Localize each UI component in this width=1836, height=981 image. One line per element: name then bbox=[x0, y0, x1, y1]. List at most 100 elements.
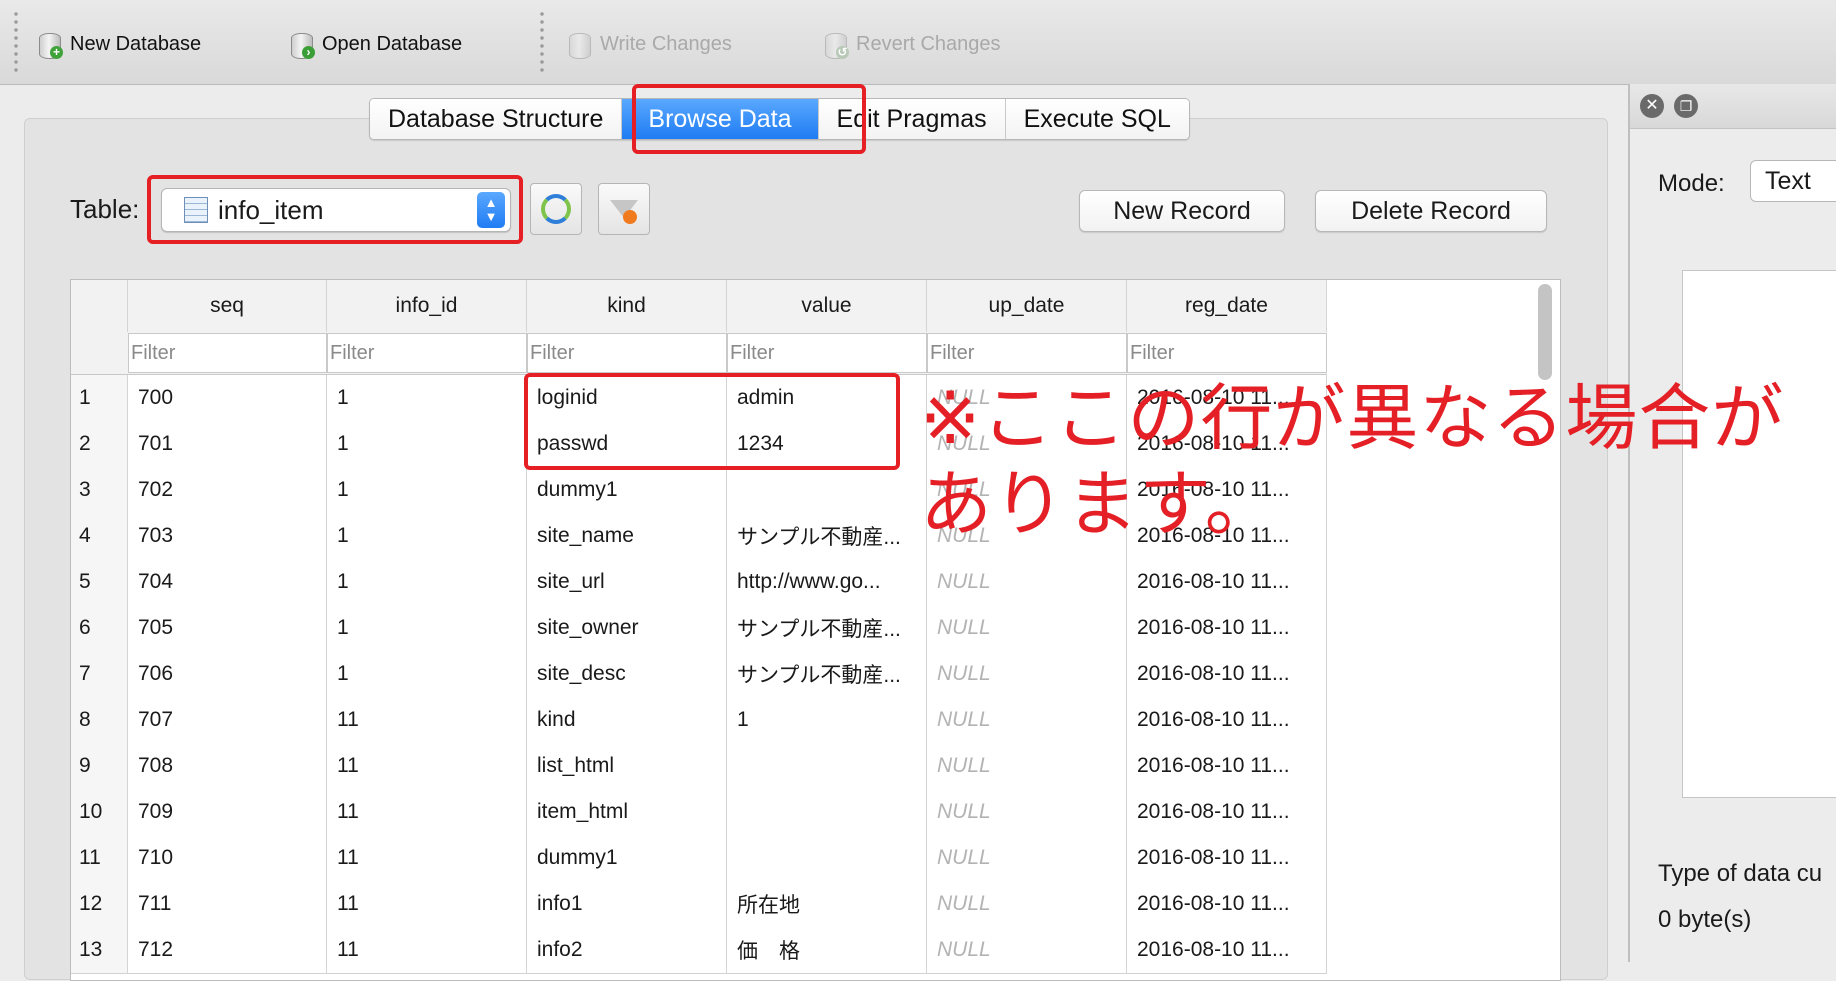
new-record-button[interactable]: New Record bbox=[1079, 190, 1285, 232]
cell-seq[interactable]: 708 bbox=[128, 743, 327, 789]
cell-up-date[interactable]: NULL bbox=[927, 743, 1127, 789]
cell-reg-date[interactable]: 2016-08-10 11... bbox=[1127, 697, 1327, 743]
cell-up-date[interactable]: NULL bbox=[927, 559, 1127, 605]
row-number[interactable]: 4 bbox=[71, 513, 128, 559]
cell-reg-date[interactable]: 2016-08-10 11... bbox=[1127, 605, 1327, 651]
cell-up-date[interactable]: NULL bbox=[927, 605, 1127, 651]
cell-value[interactable] bbox=[727, 743, 927, 789]
table-row[interactable]: 5 704 1 site_url http://www.go... NULL 2016-08… bbox=[71, 559, 1327, 606]
cell-seq[interactable]: 703 bbox=[128, 513, 327, 559]
table-row[interactable]: 13 712 11 info2 価 格 NULL 2016-08-10 11... bbox=[71, 927, 1327, 974]
row-number[interactable]: 5 bbox=[71, 559, 128, 605]
table-row[interactable]: 6 705 1 site_owner サンプル不動産... NULL 2016-08-10 … bbox=[71, 605, 1327, 652]
cell-reg-date[interactable]: 2016-08-10 11... bbox=[1127, 789, 1327, 835]
mode-select[interactable]: Text bbox=[1750, 160, 1836, 202]
column-header-up-date[interactable]: up_date bbox=[927, 280, 1127, 332]
cell-info-id[interactable]: 11 bbox=[327, 927, 527, 973]
table-row[interactable]: 9 708 11 list_html NULL 2016-08-10 11... bbox=[71, 743, 1327, 790]
cell-seq[interactable]: 709 bbox=[128, 789, 327, 835]
column-header-kind[interactable]: kind bbox=[527, 280, 727, 332]
row-number[interactable]: 1 bbox=[71, 375, 128, 421]
tab-execute-sql[interactable]: Execute SQL bbox=[1005, 99, 1189, 139]
cell-value[interactable]: 所在地 bbox=[727, 881, 927, 927]
revert-changes-button[interactable]: ↺ Revert Changes bbox=[822, 22, 1001, 66]
cell-up-date[interactable]: NULL bbox=[927, 697, 1127, 743]
filter-input-up-date[interactable]: Filter bbox=[927, 333, 1127, 373]
corner-header[interactable] bbox=[71, 280, 128, 332]
row-number[interactable]: 7 bbox=[71, 651, 128, 697]
cell-up-date[interactable]: NULL bbox=[927, 881, 1127, 927]
row-number[interactable]: 13 bbox=[71, 927, 128, 973]
cell-kind[interactable]: site_url bbox=[527, 559, 727, 605]
cell-info-id[interactable]: 1 bbox=[327, 375, 527, 421]
cell-seq[interactable]: 701 bbox=[128, 421, 327, 467]
column-header-value[interactable]: value bbox=[727, 280, 927, 332]
cell-value[interactable]: サンプル不動産... bbox=[727, 651, 927, 697]
cell-kind[interactable]: dummy1 bbox=[527, 467, 727, 513]
cell-info-id[interactable]: 11 bbox=[327, 789, 527, 835]
cell-seq[interactable]: 704 bbox=[128, 559, 327, 605]
cell-value[interactable]: http://www.go... bbox=[727, 559, 927, 605]
table-row[interactable]: 11 710 11 dummy1 NULL 2016-08-10 11... bbox=[71, 835, 1327, 882]
cell-info-id[interactable]: 11 bbox=[327, 697, 527, 743]
cell-info-id[interactable]: 1 bbox=[327, 513, 527, 559]
table-row[interactable]: 7 706 1 site_desc サンプル不動産... NULL 2016-08-10 1… bbox=[71, 651, 1327, 698]
table-row[interactable]: 12 711 11 info1 所在地 NULL 2016-08-10 11... bbox=[71, 881, 1327, 928]
filter-input-reg-date[interactable]: Filter bbox=[1127, 333, 1327, 373]
cell-value[interactable]: 1 bbox=[727, 697, 927, 743]
row-number[interactable]: 6 bbox=[71, 605, 128, 651]
cell-value[interactable] bbox=[727, 835, 927, 881]
table-row[interactable]: 8 707 11 kind 1 NULL 2016-08-10 11... bbox=[71, 697, 1327, 744]
clear-filters-button[interactable] bbox=[598, 183, 650, 235]
row-number[interactable]: 8 bbox=[71, 697, 128, 743]
column-header-reg-date[interactable]: reg_date bbox=[1127, 280, 1327, 332]
row-number[interactable]: 10 bbox=[71, 789, 128, 835]
cell-reg-date[interactable]: 2016-08-10 11... bbox=[1127, 743, 1327, 789]
column-header-info-id[interactable]: info_id bbox=[327, 280, 527, 332]
float-window-icon[interactable]: ❐ bbox=[1674, 94, 1698, 118]
cell-kind[interactable]: site_desc bbox=[527, 651, 727, 697]
filter-input-info-id[interactable]: Filter bbox=[327, 333, 527, 373]
filter-input-seq[interactable]: Filter bbox=[128, 333, 327, 373]
cell-kind[interactable]: site_owner bbox=[527, 605, 727, 651]
cell-reg-date[interactable]: 2016-08-10 11... bbox=[1127, 651, 1327, 697]
cell-reg-date[interactable]: 2016-08-10 11... bbox=[1127, 881, 1327, 927]
cell-seq[interactable]: 707 bbox=[128, 697, 327, 743]
cell-seq[interactable]: 705 bbox=[128, 605, 327, 651]
cell-value[interactable]: サンプル不動産... bbox=[727, 605, 927, 651]
cell-kind[interactable]: item_html bbox=[527, 789, 727, 835]
tab-database-structure[interactable]: Database Structure bbox=[370, 99, 623, 139]
refresh-button[interactable] bbox=[530, 183, 582, 235]
cell-kind[interactable]: list_html bbox=[527, 743, 727, 789]
filter-input-kind[interactable]: Filter bbox=[527, 333, 727, 373]
cell-value[interactable] bbox=[727, 467, 927, 513]
cell-info-id[interactable]: 1 bbox=[327, 421, 527, 467]
cell-info-id[interactable]: 1 bbox=[327, 605, 527, 651]
cell-kind[interactable]: dummy1 bbox=[527, 835, 727, 881]
cell-kind[interactable]: info1 bbox=[527, 881, 727, 927]
cell-seq[interactable]: 700 bbox=[128, 375, 327, 421]
cell-up-date[interactable]: NULL bbox=[927, 789, 1127, 835]
cell-seq[interactable]: 711 bbox=[128, 881, 327, 927]
cell-value[interactable] bbox=[727, 789, 927, 835]
delete-record-button[interactable]: Delete Record bbox=[1315, 190, 1547, 232]
close-icon[interactable]: ✕ bbox=[1640, 94, 1664, 118]
row-number[interactable]: 11 bbox=[71, 835, 128, 881]
cell-reg-date[interactable]: 2016-08-10 11... bbox=[1127, 835, 1327, 881]
cell-kind[interactable]: info2 bbox=[527, 927, 727, 973]
cell-info-id[interactable]: 1 bbox=[327, 559, 527, 605]
vertical-scrollbar[interactable] bbox=[1538, 284, 1552, 380]
cell-seq[interactable]: 712 bbox=[128, 927, 327, 973]
cell-info-id[interactable]: 11 bbox=[327, 743, 527, 789]
row-number[interactable]: 3 bbox=[71, 467, 128, 513]
column-header-seq[interactable]: seq bbox=[128, 280, 327, 332]
row-number[interactable]: 2 bbox=[71, 421, 128, 467]
cell-seq[interactable]: 710 bbox=[128, 835, 327, 881]
cell-info-id[interactable]: 11 bbox=[327, 881, 527, 927]
cell-info-id[interactable]: 1 bbox=[327, 467, 527, 513]
filter-input-value[interactable]: Filter bbox=[727, 333, 927, 373]
row-number[interactable]: 12 bbox=[71, 881, 128, 927]
cell-up-date[interactable]: NULL bbox=[927, 927, 1127, 973]
table-row[interactable]: 10 709 11 item_html NULL 2016-08-10 11... bbox=[71, 789, 1327, 836]
cell-info-id[interactable]: 1 bbox=[327, 651, 527, 697]
